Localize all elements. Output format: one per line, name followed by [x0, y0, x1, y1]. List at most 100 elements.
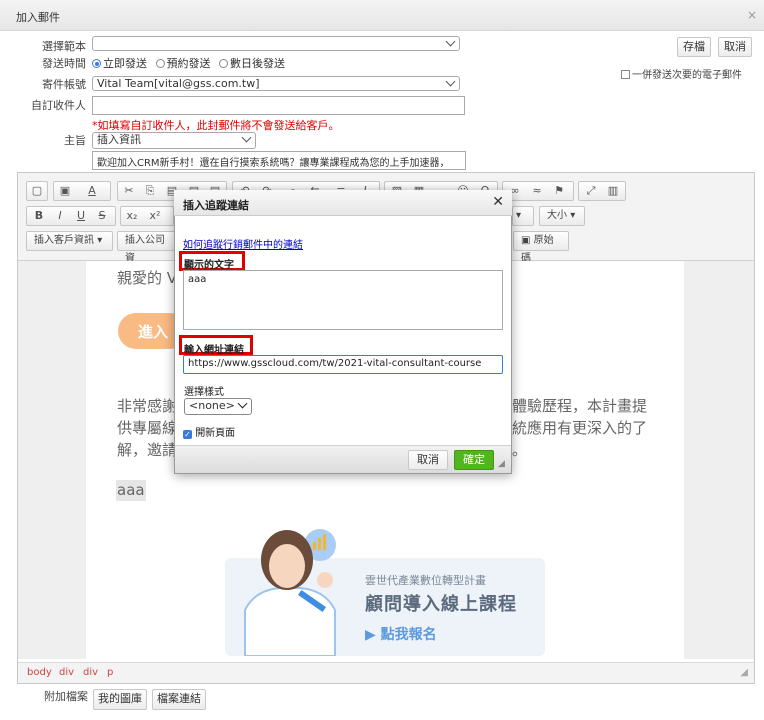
view-group: ⤢ ▥: [578, 181, 626, 201]
editor-margin-left: [18, 261, 86, 659]
path-body[interactable]: body: [27, 667, 52, 678]
custom-recipient-label: 自訂收件人: [31, 99, 86, 112]
close-icon[interactable]: ×: [746, 9, 758, 21]
paragraph-line-3-left: 解，邀請: [117, 441, 178, 459]
chevron-down-icon: [237, 398, 248, 409]
maximize-icon[interactable]: ⤢: [583, 184, 599, 198]
url-label: 輸入網址連結: [184, 345, 244, 356]
paragraph-line-2-right: 統應用有更深入的了: [512, 419, 648, 437]
underline-icon[interactable]: U: [73, 209, 89, 223]
chevron-down-icon: ▾: [516, 210, 522, 221]
display-text-label: 顯示的文字: [184, 260, 234, 271]
path-div-1[interactable]: div: [59, 667, 74, 678]
insert-customer-dropdown[interactable]: 插入客戶資訊 ▾: [26, 231, 113, 251]
format-dropdown[interactable]: ▾: [512, 206, 534, 226]
style-select-value: <none>: [189, 399, 235, 412]
link-group: ∞ ≈ ⚑: [502, 181, 574, 201]
dialog-title: 插入追蹤連結: [183, 199, 249, 212]
style-select[interactable]: <none>: [184, 398, 252, 415]
cut-icon[interactable]: ✂: [121, 184, 137, 198]
subscript-icon[interactable]: x₂: [124, 209, 140, 223]
chevron-down-icon: [445, 76, 456, 87]
dialog-titlebar[interactable]: 插入追蹤連結 ✕: [174, 190, 512, 216]
enter-button-label: 進入: [138, 323, 169, 341]
paragraph-line-1-left: 非常感謝: [117, 397, 178, 415]
send-time-options: 立即發送 預約發送 數日後發送: [92, 55, 285, 71]
file-link-button[interactable]: 檔案連結: [152, 689, 206, 710]
new-page-option[interactable]: ✓ 開新頁面: [183, 424, 235, 439]
unlink-icon[interactable]: ≈: [529, 184, 545, 198]
template-label: 選擇範本: [42, 40, 86, 53]
banner-illustration-icon: [244, 529, 336, 656]
preview-button[interactable]: ▢: [26, 181, 48, 201]
show-blocks-icon[interactable]: ▥: [605, 184, 621, 198]
bold-icon[interactable]: B: [31, 209, 47, 223]
strike-icon[interactable]: S: [94, 209, 110, 223]
insert-customer-label: 插入客戶資訊: [34, 235, 94, 246]
script-group: x₂ x²: [120, 206, 174, 226]
days-later-radio[interactable]: 數日後發送: [219, 57, 285, 70]
checkbox-icon: [621, 70, 630, 79]
path-p[interactable]: p: [107, 667, 113, 678]
schedule-radio[interactable]: 預約發送: [155, 57, 211, 70]
save-button[interactable]: 存檔: [677, 37, 711, 57]
custom-recipient-input[interactable]: [92, 96, 465, 115]
close-icon[interactable]: ✕: [492, 194, 504, 210]
attachments-label: 附加檔案: [44, 690, 88, 703]
banner-cta[interactable]: ▶ 點我報名: [365, 624, 437, 644]
size-dropdown[interactable]: 大小 ▾: [539, 206, 585, 226]
send-now-label: 立即發送: [103, 57, 147, 70]
account-select-value: Vital Team[vital@gss.com.tw]: [97, 77, 260, 90]
send-time-label: 發送時間: [42, 57, 86, 70]
dialog-ok-button[interactable]: 確定: [454, 450, 494, 470]
selected-text[interactable]: aaa: [116, 480, 146, 501]
schedule-label: 預約發送: [166, 57, 211, 70]
send-next-option[interactable]: 一併發送次要的電子郵件: [621, 66, 742, 81]
course-banner[interactable]: 雲世代產業數位轉型計畫 顧問導入線上課程 ▶ 點我報名: [225, 500, 545, 656]
account-select[interactable]: Vital Team[vital@gss.com.tw]: [92, 76, 460, 91]
italic-icon[interactable]: I: [52, 209, 68, 223]
banner-subtitle: 雲世代產業數位轉型計畫: [365, 574, 486, 587]
window-title: 加入郵件: [16, 11, 60, 24]
chevron-down-icon: ▾: [97, 235, 103, 246]
dialog-resize-icon[interactable]: ◢: [498, 459, 505, 469]
source-button[interactable]: ▣ 原始碼: [513, 231, 569, 264]
paragraph-line-3-right: 。: [512, 441, 528, 459]
play-arrow-icon: ▶: [365, 627, 376, 643]
template-select[interactable]: [92, 36, 460, 51]
checkbox-checked-icon: ✓: [183, 430, 192, 439]
color-group: ▣ A: [53, 181, 111, 201]
path-div-2[interactable]: div: [83, 667, 98, 678]
basic-style-group: B I U S: [26, 206, 116, 226]
source-icon: ▣: [521, 235, 531, 246]
subject-label: 主旨: [64, 134, 86, 147]
subject-insert-value: 插入資訊: [97, 133, 141, 146]
background-color-icon[interactable]: ▣: [57, 184, 73, 198]
account-label: 寄件帳號: [42, 78, 86, 91]
subject-insert-select[interactable]: 插入資訊: [92, 132, 256, 149]
editor-margin-right: [684, 261, 754, 659]
send-next-label: 一併發送次要的電子郵件: [632, 70, 742, 81]
editor-statusbar: body div div p ◢: [18, 662, 754, 683]
help-link[interactable]: 如何追蹤行銷郵件中的連結: [183, 236, 303, 251]
url-input[interactable]: https://www.gsscloud.com/tw/2021-vital-c…: [183, 355, 503, 374]
dialog-cancel-button[interactable]: 取消: [408, 450, 448, 470]
anchor-flag-icon[interactable]: ⚑: [551, 184, 567, 198]
cancel-button[interactable]: 取消: [718, 37, 752, 57]
display-text-input[interactable]: aaa: [183, 270, 503, 330]
insert-company-dropdown[interactable]: 插入公司資: [117, 231, 177, 264]
resize-grip-icon[interactable]: ◢: [740, 667, 748, 678]
greeting-text: 親愛的 V: [117, 269, 178, 287]
text-color-icon[interactable]: A: [84, 184, 100, 198]
my-library-button[interactable]: 我的圖庫: [93, 689, 147, 710]
subject-input[interactable]: 歡迎加入CRM新手村！還在自行摸索系統嗎？讓專業課程成為您的上手加速器，: [92, 151, 466, 170]
chevron-down-icon: [445, 36, 456, 47]
banner-cta-label: 點我報名: [380, 627, 437, 643]
radio-icon: [219, 59, 228, 68]
style-label: 選擇樣式: [184, 387, 224, 398]
chevron-down-icon: [241, 132, 252, 143]
superscript-icon[interactable]: x²: [147, 209, 163, 223]
send-now-radio[interactable]: 立即發送: [92, 57, 147, 70]
new-page-label: 開新頁面: [195, 428, 236, 439]
copy-icon[interactable]: ⎘: [142, 184, 158, 198]
